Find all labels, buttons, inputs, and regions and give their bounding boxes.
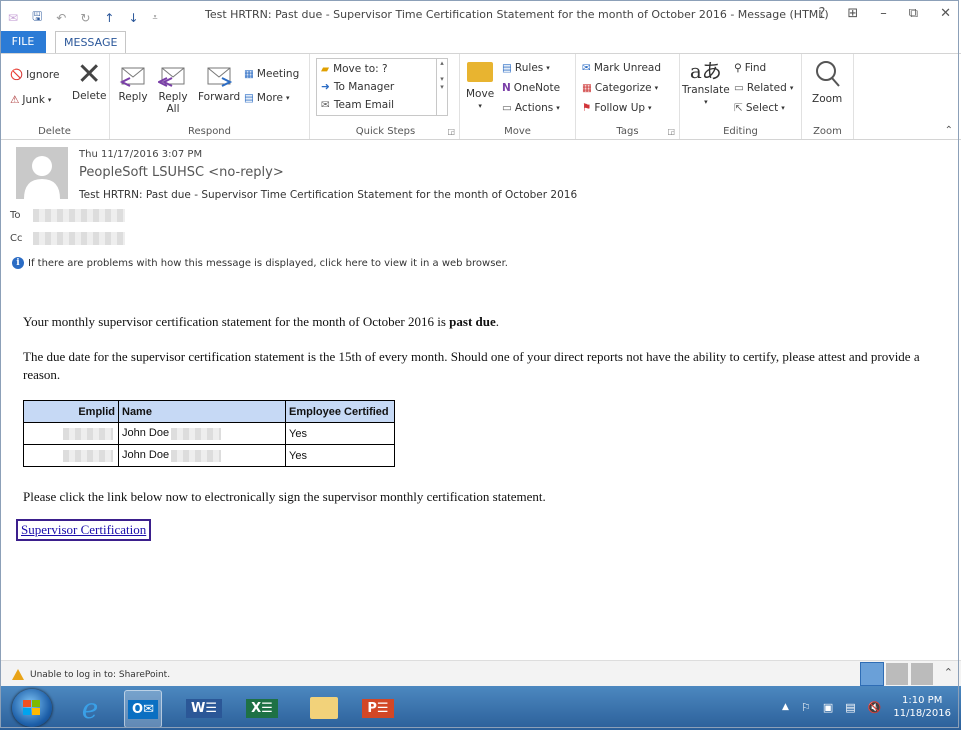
window-frame xyxy=(0,0,959,728)
